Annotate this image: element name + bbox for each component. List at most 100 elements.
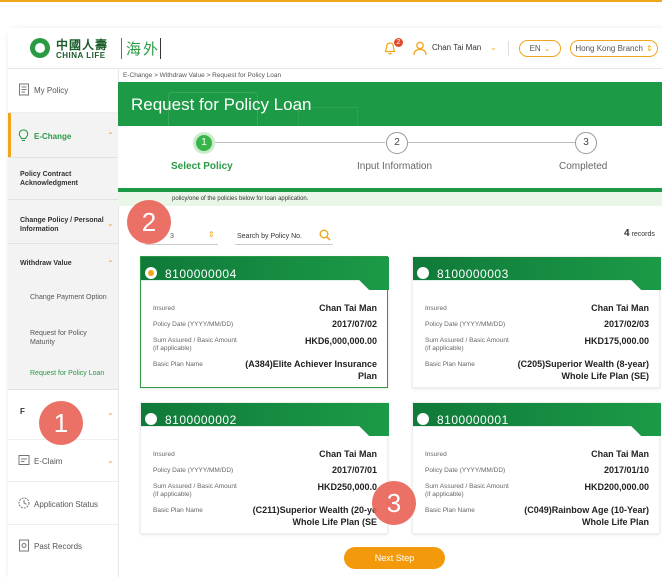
sidebar-divider xyxy=(8,524,118,525)
records-number: 4 xyxy=(624,228,630,239)
page-title: Request for Policy Loan xyxy=(131,95,312,114)
sum-assured-label: Sum Assured / Basic Amount xyxy=(425,337,509,344)
brand-bar xyxy=(160,38,161,59)
sum-assured-sub: (if applicable) xyxy=(153,345,192,352)
user-icon[interactable] xyxy=(413,41,427,56)
top-accent-rule xyxy=(0,0,662,2)
search-icon[interactable] xyxy=(319,229,331,241)
annotation-marker-3: 3 xyxy=(372,481,416,525)
sidebar-item-withdraw-value[interactable]: Withdraw Value xyxy=(20,260,72,267)
plan-name-label: Basic Plan Name xyxy=(153,361,203,368)
policy-number: 8100000001 xyxy=(437,413,509,427)
plan-name-line1: (C205)Superior Wealth (8-year) xyxy=(517,359,649,369)
step-connector xyxy=(408,142,575,143)
sidebar-item-change-payment[interactable]: Change Payment Option xyxy=(30,294,107,301)
policy-date-value: 2017/07/02 xyxy=(331,319,377,329)
policy-card-3[interactable]: 8100000002 Insured Chan Tai Man Policy D… xyxy=(140,402,389,534)
sum-assured-label: Sum Assured / Basic Amount xyxy=(425,483,509,490)
brand-overseas: 海外 xyxy=(126,41,161,58)
policy-radio-selected[interactable] xyxy=(145,267,157,279)
step-connector xyxy=(215,142,385,143)
sum-assured-value: HKD175,000.00 xyxy=(584,336,649,346)
sum-assured-value: HKD200,000.00 xyxy=(584,482,649,492)
step-2-label: Input Information xyxy=(357,161,433,172)
policy-date-value: 2017/01/10 xyxy=(603,465,649,475)
plan-name-line1: (A384)Elite Achiever Insurance xyxy=(245,359,377,369)
chevron-down-icon: ⌄ xyxy=(543,44,551,53)
insured-label: Insured xyxy=(153,451,175,458)
sidebar-item-past-records[interactable]: Past Records xyxy=(34,542,82,551)
sidebar-item-request-maturity[interactable]: Request for Policy Maturity xyxy=(30,329,110,347)
chevron-up-icon[interactable]: ⌃ xyxy=(107,259,114,268)
language-select[interactable]: EN ⌄ xyxy=(519,40,561,57)
records-label: records xyxy=(631,231,655,238)
sidebar-item-change-policy[interactable]: Change Policy / Personal Information xyxy=(20,216,110,234)
policy-date-label: Policy Date (YYYY/MM/DD) xyxy=(425,467,506,474)
header-divider xyxy=(508,41,509,56)
sidebar-item-request-loan[interactable]: Request for Policy Loan xyxy=(30,370,104,377)
plan-name-label: Basic Plan Name xyxy=(153,507,203,514)
policy-number: 8100000003 xyxy=(437,267,509,281)
insured-label: Insured xyxy=(425,305,447,312)
insured-value: Chan Tai Man xyxy=(319,303,377,313)
sum-assured-value: HKD6,000,000.00 xyxy=(304,336,377,346)
sidebar-item-application-status[interactable]: Application Status xyxy=(34,500,98,509)
policy-radio[interactable] xyxy=(417,267,429,279)
step-3-label: Completed xyxy=(559,161,608,172)
sidebar-item-my-policy[interactable]: My Policy xyxy=(34,86,68,95)
policy-radio[interactable] xyxy=(417,413,429,425)
user-name[interactable]: Chan Tai Man xyxy=(432,43,481,52)
policy-date-label: Policy Date (YYYY/MM/DD) xyxy=(153,321,234,328)
search-underline xyxy=(235,244,333,245)
insured-value: Chan Tai Man xyxy=(591,303,649,313)
sidebar-divider xyxy=(8,389,118,390)
chevron-down-icon[interactable]: ⌄ xyxy=(107,456,114,465)
claim-icon xyxy=(18,455,30,465)
sidebar: My Policy E-Change ⌃ Policy Contract Ack… xyxy=(8,69,119,577)
policy-card-4[interactable]: 8100000001 Insured Chan Tai Man Policy D… xyxy=(412,402,661,534)
sidebar-item-eclaim[interactable]: E-Claim xyxy=(34,457,62,466)
policy-date-label: Policy Date (YYYY/MM/DD) xyxy=(153,467,234,474)
instruction-notice: policy/one of the policies below for loa… xyxy=(118,192,662,206)
active-indicator xyxy=(8,113,11,157)
china-life-logo-icon[interactable] xyxy=(30,38,50,58)
sidebar-item-echange[interactable]: E-Change xyxy=(34,132,71,141)
policy-number: 8100000004 xyxy=(165,267,237,281)
policy-radio[interactable] xyxy=(145,413,157,425)
plan-name-line2: Whole Life Plan (SE xyxy=(292,517,377,527)
annotation-marker-1: 1 xyxy=(39,401,83,445)
sidebar-item-policy-contract[interactable]: Policy Contract Acknowledgment xyxy=(20,170,110,188)
plan-name-label: Basic Plan Name xyxy=(425,361,475,368)
plan-name-label: Basic Plan Name xyxy=(425,507,475,514)
chevron-down-icon[interactable]: ⌄ xyxy=(107,408,114,417)
plan-name-line2: Whole Life Plan xyxy=(581,517,649,527)
policy-date-value: 2017/07/01 xyxy=(331,465,377,475)
step-1-circle: 1 xyxy=(193,132,215,154)
sidebar-divider xyxy=(8,157,118,158)
annotation-marker-2: 2 xyxy=(127,200,171,244)
plan-name-line1: (C211)Superior Wealth (20-ye xyxy=(252,505,377,515)
notification-badge: 2 xyxy=(394,38,403,47)
filter-select-value[interactable]: 3 xyxy=(170,233,174,240)
step-1-label: Select Policy xyxy=(171,161,233,172)
lightbulb-icon xyxy=(18,129,29,142)
header: 中國人壽 CHINA LIFE 海外 2 Chan Tai Man ⌄ EN ⌄ … xyxy=(8,28,662,70)
sort-arrows-icon[interactable]: ⇕ xyxy=(208,230,215,239)
policy-number: 8100000002 xyxy=(165,413,237,427)
sum-assured-value: HKD250,000.0 xyxy=(317,482,377,492)
branch-select[interactable]: Hong Kong Branch ⇕ xyxy=(570,40,658,57)
step-2-circle: 2 xyxy=(386,132,408,154)
records-icon xyxy=(19,539,29,552)
policy-card-1[interactable]: 8100000004 Insured Chan Tai Man Policy D… xyxy=(140,256,389,388)
insured-label: Insured xyxy=(425,451,447,458)
policy-card-2[interactable]: 8100000003 Insured Chan Tai Man Policy D… xyxy=(412,256,661,388)
chevron-down-icon[interactable]: ⌄ xyxy=(490,43,497,52)
header-bar: 中國人壽 CHINA LIFE 海外 2 Chan Tai Man ⌄ EN ⌄ … xyxy=(8,28,662,69)
next-step-button[interactable]: Next Step xyxy=(344,547,445,569)
search-input[interactable]: Search by Policy No. xyxy=(237,233,302,240)
chevron-down-icon[interactable]: ⌄ xyxy=(107,219,114,228)
sidebar-item-hidden[interactable]: F xyxy=(20,407,25,416)
sort-arrows-icon: ⇕ xyxy=(645,44,653,53)
breadcrumb[interactable]: E-Change > Withdraw Value > Request for … xyxy=(123,72,281,79)
chevron-up-icon[interactable]: ⌃ xyxy=(107,131,114,140)
